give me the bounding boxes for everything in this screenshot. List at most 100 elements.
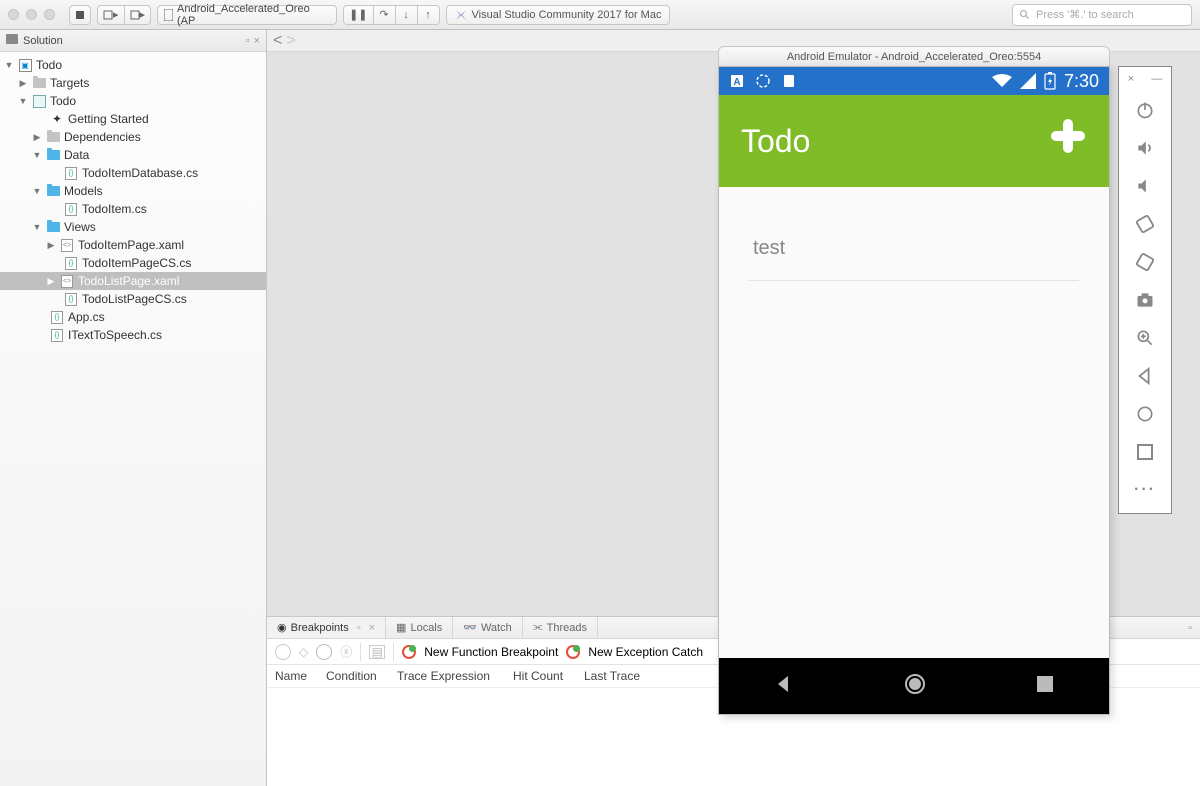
dependencies-node[interactable]: ▶Dependencies (0, 128, 266, 146)
volume-up-button[interactable] (1119, 129, 1171, 167)
new-func-bp-button[interactable]: New Function Breakpoint (424, 645, 558, 659)
emulator-toolbar: × — ··· (1118, 66, 1172, 514)
file-label: ITextToSpeech.cs (68, 328, 162, 342)
minimize-window-icon[interactable] (26, 9, 37, 20)
debug-controls: ❚❚ ↷ ↓ ↑ (343, 5, 439, 25)
getting-started-label: Getting Started (68, 112, 149, 126)
nav-forward-button[interactable]: > (286, 32, 295, 50)
file-todolistpage-xaml[interactable]: ▶<>TodoListPage.xaml (0, 272, 266, 290)
col-condition[interactable]: Condition (326, 669, 391, 683)
app-title-pill: Visual Studio Community 2017 for Mac (446, 5, 671, 25)
threads-icon: ⫘ (533, 621, 543, 634)
breakpoint-icon: ◉ (277, 621, 287, 634)
emulator-close-icon[interactable]: × (1128, 73, 1134, 85)
new-func-bp-icon (402, 645, 416, 659)
config-platform-button[interactable]: ▸ (125, 5, 152, 25)
bp-delete-icon[interactable]: ⓧ (340, 643, 352, 660)
android-emulator-window: Android Emulator - Android_Accelerated_O… (718, 46, 1110, 715)
step-over-button[interactable]: ↷ (374, 5, 396, 25)
pad-controls: ▫ × (246, 35, 260, 47)
power-button[interactable] (1119, 91, 1171, 129)
tab-label: Locals (410, 622, 442, 634)
add-button[interactable] (1049, 116, 1087, 166)
bp-action-icon[interactable]: ◇ (299, 645, 308, 659)
bp-enable-icon[interactable] (316, 644, 332, 660)
tab-breakpoints[interactable]: ◉ Breakpoints ▫ × (267, 617, 386, 638)
volume-down-button[interactable] (1119, 167, 1171, 205)
toggle-all-bp-icon[interactable] (275, 644, 291, 660)
col-hit[interactable]: Hit Count (513, 669, 578, 683)
file-tododb-label: TodoItemDatabase.cs (82, 166, 198, 180)
tab-close-icon[interactable]: × (369, 622, 375, 634)
pad-close-icon[interactable]: × (254, 35, 260, 47)
config-debug-button[interactable]: ▸ (97, 5, 125, 25)
file-label: TodoItemPageCS.cs (82, 256, 191, 270)
list-item[interactable]: test (749, 217, 1079, 281)
close-window-icon[interactable] (8, 9, 19, 20)
models-folder-node[interactable]: ▼Models (0, 182, 266, 200)
col-last[interactable]: Last Trace (584, 669, 659, 683)
android-icon: A (729, 73, 745, 89)
tab-label: Threads (547, 622, 587, 634)
solution-node[interactable]: ▼▣Todo (0, 56, 266, 74)
nav-home-button[interactable] (903, 672, 927, 701)
device-target-dropdown[interactable]: Android_Accelerated_Oreo (AP (157, 5, 337, 25)
project-node[interactable]: ▼Todo (0, 92, 266, 110)
config-selector: ▸ ▸ (97, 5, 151, 25)
solution-pad: Solution ▫ × ▼▣Todo ▶Targets ▼Todo ▶✦Get… (0, 30, 267, 786)
emulator-home-button[interactable] (1119, 395, 1171, 433)
zoom-button[interactable] (1119, 319, 1171, 357)
file-app-cs[interactable]: ▶{}App.cs (0, 308, 266, 326)
step-into-button[interactable]: ↓ (396, 5, 418, 25)
emulator-title-bar[interactable]: Android Emulator - Android_Accelerated_O… (718, 46, 1110, 66)
step-out-button[interactable]: ↑ (418, 5, 440, 25)
nav-back-button[interactable]: < (273, 32, 282, 50)
new-exc-catch-button[interactable]: New Exception Catch (588, 645, 703, 659)
file-todoitem-label: TodoItem.cs (82, 202, 147, 216)
views-folder-label: Views (64, 220, 96, 234)
file-todoitempage-xaml[interactable]: ▶<>TodoItemPage.xaml (0, 236, 266, 254)
list-item-text: test (753, 237, 785, 259)
col-name[interactable]: Name (275, 669, 320, 683)
tab-label: Watch (481, 622, 512, 634)
file-todoitem[interactable]: ▶{}TodoItem.cs (0, 200, 266, 218)
pause-button[interactable]: ❚❚ (343, 5, 373, 25)
targets-node[interactable]: ▶Targets (0, 74, 266, 92)
emulator-back-button[interactable] (1119, 357, 1171, 395)
maximize-window-icon[interactable] (44, 9, 55, 20)
nav-back-button[interactable] (774, 674, 794, 699)
file-todoitempage-cs[interactable]: ▶{}TodoItemPageCS.cs (0, 254, 266, 272)
file-todolistpage-cs[interactable]: ▶{}TodoListPageCS.cs (0, 290, 266, 308)
file-label: TodoListPageCS.cs (82, 292, 187, 306)
file-itext-cs[interactable]: ▶{}ITextToSpeech.cs (0, 326, 266, 344)
file-tododb[interactable]: ▶{}TodoItemDatabase.cs (0, 164, 266, 182)
col-trace[interactable]: Trace Expression (397, 669, 507, 683)
macos-title-bar: ▸ ▸ Android_Accelerated_Oreo (AP ❚❚ ↷ ↓ … (0, 0, 1200, 30)
rotate-left-button[interactable] (1119, 205, 1171, 243)
pad-undock-icon[interactable]: ▫ (246, 35, 250, 47)
file-label: App.cs (68, 310, 105, 324)
views-folder-node[interactable]: ▼Views (0, 218, 266, 236)
more-options-button[interactable]: ··· (1119, 471, 1171, 509)
nav-recent-button[interactable] (1036, 675, 1054, 698)
panel-pin-icon[interactable]: ▫ (1180, 617, 1200, 638)
watch-icon: 👓 (463, 621, 477, 634)
signal-icon (1020, 73, 1036, 89)
tab-undock-icon[interactable]: ▫ (357, 622, 361, 634)
getting-started-node[interactable]: ▶✦Getting Started (0, 110, 266, 128)
rotate-right-button[interactable] (1119, 243, 1171, 281)
data-folder-node[interactable]: ▼Data (0, 146, 266, 164)
emulator-overview-button[interactable] (1119, 433, 1171, 471)
battery-icon (1044, 72, 1056, 90)
emulator-minimize-icon[interactable]: — (1151, 73, 1162, 85)
tab-locals[interactable]: ▦ Locals (386, 617, 453, 638)
bp-props-icon[interactable]: ▤ (369, 645, 385, 659)
play-button[interactable] (69, 5, 91, 25)
device-target-label: Android_Accelerated_Oreo (AP (177, 3, 330, 27)
tab-threads[interactable]: ⫘ Threads (523, 617, 598, 638)
sd-card-icon (781, 73, 797, 89)
models-folder-label: Models (64, 184, 103, 198)
global-search-input[interactable]: Press '⌘.' to search (1012, 4, 1192, 26)
screenshot-button[interactable] (1119, 281, 1171, 319)
tab-watch[interactable]: 👓 Watch (453, 617, 522, 638)
